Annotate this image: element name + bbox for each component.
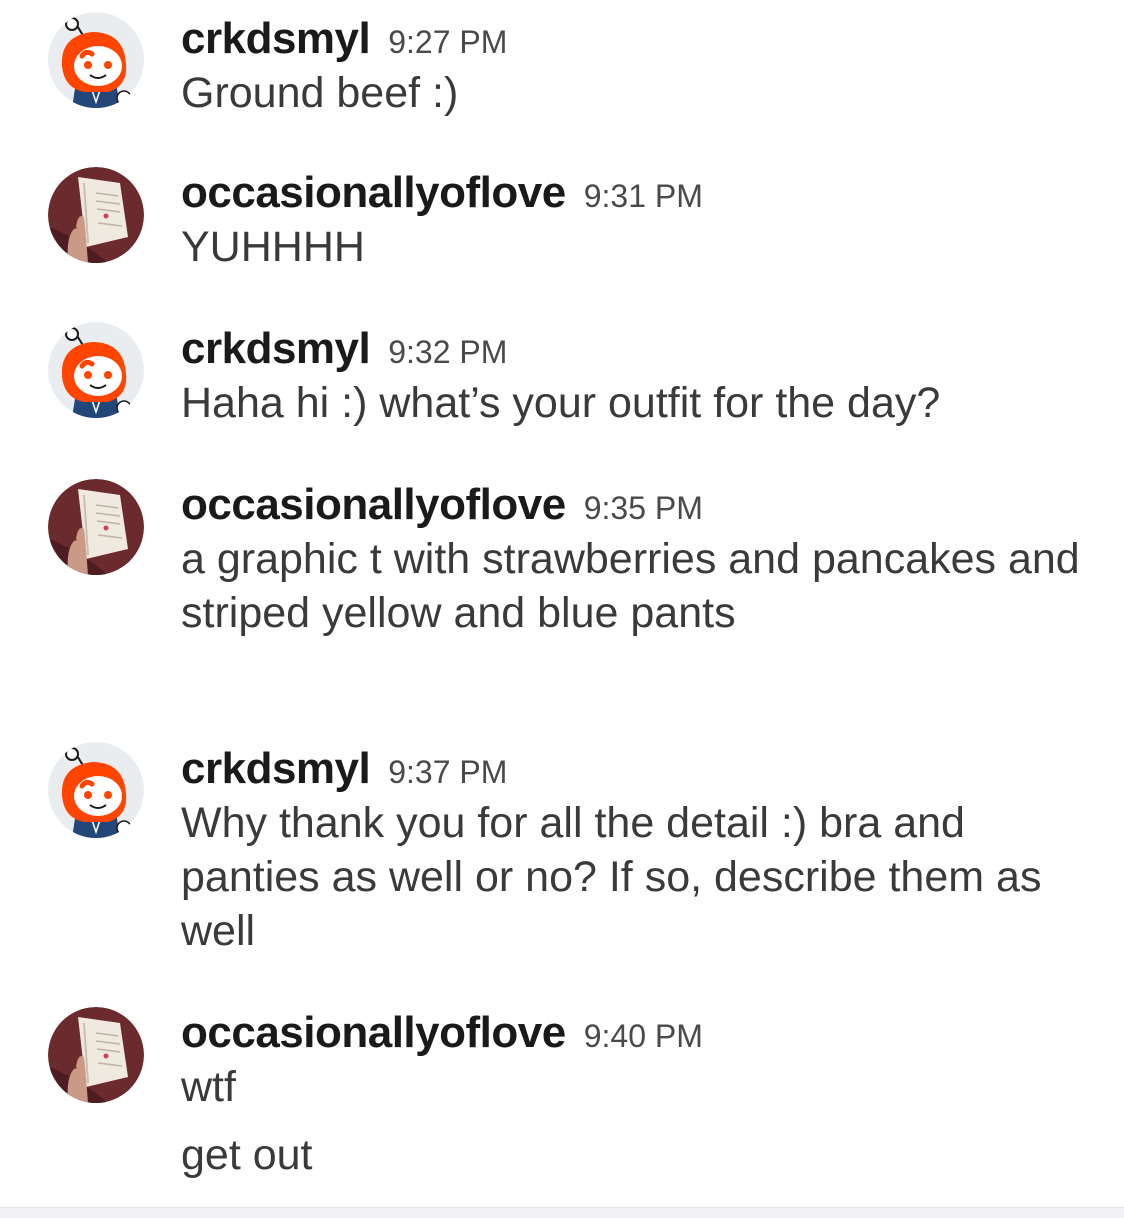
username[interactable]: occasionallyoflove [181,166,566,220]
username[interactable]: crkdsmyl [181,12,371,66]
photo-avatar-icon[interactable] [48,167,144,263]
message-text: YUHHHH [181,223,365,271]
username[interactable]: crkdsmyl [181,322,371,376]
timestamp: 9:27 PM [388,24,508,60]
message-text: get out [181,1131,313,1179]
username[interactable]: occasionallyoflove [181,478,566,532]
message-text: wtf [181,1063,236,1111]
username[interactable]: occasionallyoflove [181,1006,566,1060]
bottom-divider [0,1207,1124,1218]
message-text: a graphic t with strawberries and pancak… [181,535,1080,637]
username[interactable]: crkdsmyl [181,742,371,796]
photo-avatar-icon[interactable] [48,479,144,575]
snoo-avatar-icon[interactable] [48,322,144,418]
message-text: Why thank you for all the detail :) bra … [181,799,1042,955]
timestamp: 9:32 PM [388,334,508,370]
snoo-avatar-icon[interactable] [48,12,144,108]
photo-avatar-icon[interactable] [48,1007,144,1103]
timestamp: 9:35 PM [583,490,703,526]
snoo-avatar-icon[interactable] [48,742,144,838]
timestamp: 9:37 PM [388,754,508,790]
message-text: Ground beef :) [181,69,459,117]
message-text: Haha hi :) what’s your outfit for the da… [181,379,941,427]
chat-thread: crkdsmyl 9:27 PM Ground beef :) occasion… [0,0,1124,1207]
timestamp: 9:40 PM [583,1018,703,1054]
timestamp: 9:31 PM [583,178,703,214]
